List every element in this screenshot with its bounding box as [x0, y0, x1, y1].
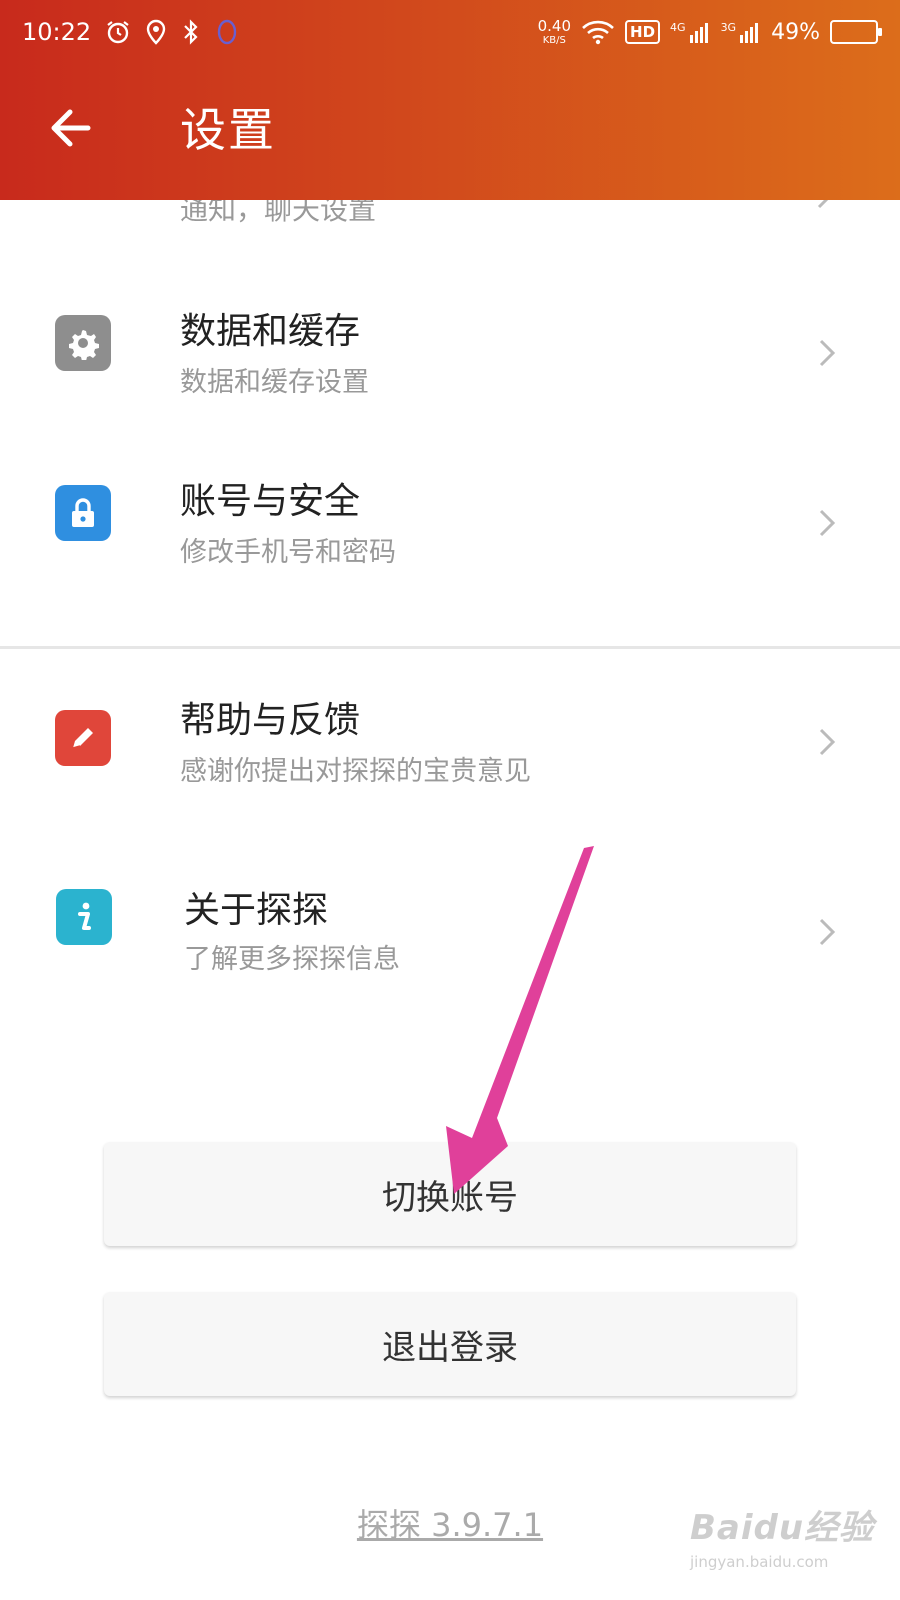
- settings-item-subtitle: 修改手机号和密码: [180, 537, 396, 568]
- arrow-left-icon: [51, 109, 91, 147]
- alarm-icon: [105, 19, 131, 45]
- settings-item-title: 关于探探: [184, 890, 329, 931]
- app-notification-icon: [215, 18, 239, 46]
- clock-time: 10:22: [22, 18, 92, 46]
- settings-item-help-feedback[interactable]: 帮助与反馈 感谢你提出对探探的宝贵意见: [0, 675, 900, 825]
- settings-item-subtitle: 数据和缓存设置: [180, 367, 369, 398]
- signal-bars-icon: [740, 23, 759, 43]
- section-divider: [0, 646, 900, 649]
- watermark-brand: Baidu经验: [690, 1508, 875, 1548]
- gear-icon: [55, 315, 111, 371]
- info-icon: [56, 889, 112, 945]
- pencil-icon: [55, 710, 111, 766]
- signal-bars-icon: [689, 23, 708, 43]
- settings-item-title: 账号与安全: [180, 481, 361, 522]
- wifi-icon: [581, 19, 615, 45]
- lock-icon: [55, 485, 111, 541]
- location-icon: [145, 19, 167, 45]
- settings-item-data-cache[interactable]: 数据和缓存 数据和缓存设置: [0, 280, 900, 430]
- network-speed: 0.40 KB/S: [537, 16, 572, 46]
- bluetooth-icon: [181, 19, 201, 45]
- settings-item-about[interactable]: 关于探探 了解更多探探信息: [0, 865, 900, 1015]
- chevron-right-icon: [818, 917, 836, 951]
- watermark-url: jingyan.baidu.com: [690, 1553, 829, 1571]
- chevron-right-icon: [818, 508, 836, 542]
- status-bar: 10:22 0.40 KB/S HD 4G 3G 49%: [0, 0, 900, 64]
- signal-4g: 4G: [670, 21, 711, 43]
- settings-item-subtitle: 了解更多探探信息: [184, 944, 400, 975]
- baidu-watermark: Baidu经验 jingyan.baidu.com: [690, 1500, 880, 1590]
- hd-badge: HD: [625, 20, 661, 44]
- signal-3g: 3G: [721, 21, 762, 43]
- app-header: 10:22 0.40 KB/S HD 4G 3G 49% 设置: [0, 0, 900, 200]
- toolbar: 设置: [0, 64, 900, 200]
- switch-account-button[interactable]: 切换账号: [104, 1142, 796, 1246]
- battery-percent: 49%: [771, 19, 820, 45]
- settings-item-subtitle: 感谢你提出对探探的宝贵意见: [180, 756, 531, 787]
- settings-item-account-security[interactable]: 账号与安全 修改手机号和密码: [0, 450, 900, 600]
- chevron-right-icon: [818, 338, 836, 372]
- logout-button[interactable]: 退出登录: [104, 1292, 796, 1396]
- settings-item-title: 数据和缓存: [180, 311, 361, 352]
- battery-icon: [830, 20, 882, 44]
- settings-item-title: 帮助与反馈: [180, 700, 361, 741]
- back-button[interactable]: [44, 102, 96, 154]
- chevron-right-icon: [818, 727, 836, 761]
- page-title: 设置: [180, 103, 276, 157]
